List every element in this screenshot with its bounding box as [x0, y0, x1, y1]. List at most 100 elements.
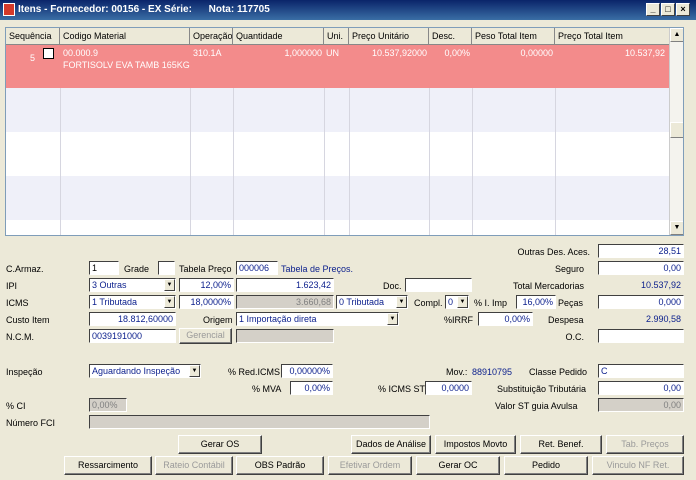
oc-label: O.C.	[565, 332, 584, 342]
table-row-empty[interactable]	[6, 220, 670, 235]
efetivar-ordem-button[interactable]: Efetivar Ordem	[328, 456, 412, 475]
icms-st-label: % ICMS ST	[378, 384, 426, 394]
cell-sequencia: 5	[30, 53, 36, 63]
chevron-down-icon: ▼	[387, 313, 398, 325]
seguro-field[interactable]: 0,00	[598, 261, 684, 275]
tab-precos-button[interactable]: Tab. Preços	[606, 435, 684, 454]
i-imp-field[interactable]: 16,00%	[516, 295, 556, 309]
scroll-down-icon[interactable]: ▼	[670, 221, 683, 235]
mva-field[interactable]: 0,00%	[290, 381, 333, 395]
outras-des-aces-label: Outras Des. Aces.	[517, 247, 590, 257]
cell-desc: 0,00%	[444, 48, 470, 58]
pedido-button[interactable]: Pedido	[504, 456, 588, 475]
inspecao-select[interactable]: Aguardando Inspeção ▼	[89, 364, 201, 378]
icms-st-field[interactable]: 0,0000	[425, 381, 472, 395]
rateio-contabil-button[interactable]: Rateio Contábil	[155, 456, 233, 475]
ipi-select[interactable]: 3 Outras ▼	[89, 278, 176, 292]
numero-fci-label: Número FCI	[6, 418, 56, 428]
grade-field[interactable]	[158, 261, 175, 275]
col-preco-total-item[interactable]: Preço Total Item	[555, 28, 670, 45]
gerar-os-button[interactable]: Gerar OS	[178, 435, 262, 454]
close-button[interactable]: ×	[676, 3, 690, 16]
icms-situacao-select[interactable]: 0 Tributada ▼	[336, 295, 408, 309]
cell-quantidade: 1,000000	[284, 48, 322, 58]
ipi-value-field[interactable]: 1.623,42	[236, 278, 334, 292]
icms-select[interactable]: 1 Tributada ▼	[89, 295, 176, 309]
compl-select[interactable]: 0 ▼	[445, 295, 469, 309]
window-title: Itens - Fornecedor: 00156 - EX Série: No…	[18, 4, 270, 15]
red-icms-field[interactable]: 0,00000%	[281, 364, 333, 378]
c-armaz-field[interactable]: 1	[89, 261, 119, 275]
mov-label: Mov.:	[446, 367, 468, 377]
ipi-label: IPI	[6, 281, 18, 291]
doc-label: Doc.	[383, 281, 402, 291]
title-bar: Itens - Fornecedor: 00156 - EX Série: No…	[0, 0, 696, 20]
icms-value-field: 3.660,68	[236, 295, 334, 309]
col-codigo-material[interactable]: Codigo Material	[60, 28, 190, 45]
ressarcimento-button[interactable]: Ressarcimento	[64, 456, 152, 475]
table-row-selected[interactable]: 5 00.000.9 FORTISOLV EVA TAMB 165KG 310.…	[6, 45, 670, 88]
classe-pedido-field[interactable]: C	[598, 364, 684, 378]
scroll-thumb[interactable]	[670, 122, 683, 138]
subst-trib-field[interactable]: 0,00	[598, 381, 684, 395]
cell-peso-total: 0,00000	[520, 48, 553, 58]
valor-st-label: Valor ST guia Avulsa	[495, 401, 578, 411]
total-mercadorias-value: 10.537,92	[598, 278, 684, 292]
chevron-down-icon: ▼	[396, 296, 407, 308]
ret-benef-button[interactable]: Ret. Benef.	[520, 435, 602, 454]
col-operacao[interactable]: Operação	[190, 28, 233, 45]
table-row-empty[interactable]	[6, 88, 670, 132]
tabela-preco-code-field[interactable]: 000006	[236, 261, 278, 275]
custo-item-field[interactable]: 18.812,60000	[89, 312, 176, 326]
gerar-oc-button[interactable]: Gerar OC	[416, 456, 500, 475]
minimize-button[interactable]: _	[646, 3, 660, 16]
chevron-down-icon: ▼	[189, 365, 200, 377]
items-grid[interactable]: Sequência Codigo Material Operação Quant…	[5, 27, 684, 236]
impostos-movto-button[interactable]: Impostos Movto	[435, 435, 516, 454]
i-imp-label: % I. Imp	[474, 298, 508, 308]
app-icon	[3, 3, 15, 16]
col-uni[interactable]: Uni.	[324, 28, 349, 45]
gerencial-button[interactable]: Gerencial	[179, 328, 232, 344]
cell-preco-total: 10.537,92	[624, 48, 665, 58]
origem-label: Origem	[203, 315, 233, 325]
col-preco-unitario[interactable]: Preço Unitário	[349, 28, 429, 45]
table-row-empty[interactable]	[6, 176, 670, 220]
outras-des-aces-field[interactable]: 28,51	[598, 244, 684, 258]
scroll-up-icon[interactable]: ▲	[670, 28, 683, 42]
oc-field[interactable]	[598, 329, 684, 343]
icms-pct-field[interactable]: 18,0000%	[179, 295, 234, 309]
col-sequencia[interactable]: Sequência	[6, 28, 60, 45]
row-select-checkbox[interactable]	[43, 48, 54, 59]
irrf-field[interactable]: 0,00%	[478, 312, 533, 326]
ncm-field[interactable]: 0039191000	[89, 329, 176, 343]
pecas-label: Peças	[558, 298, 584, 308]
ipi-pct-field[interactable]: 12,00%	[179, 278, 234, 292]
cell-descricao: FORTISOLV EVA TAMB 165KG	[63, 60, 190, 70]
ci-label: % CI	[6, 401, 26, 411]
total-mercadorias-label: Total Mercadorias	[512, 281, 584, 291]
icms-label: ICMS	[6, 298, 29, 308]
red-icms-label: % Red.ICMS	[228, 367, 281, 377]
maximize-button[interactable]: □	[661, 3, 675, 16]
vinculo-nf-ret-button[interactable]: Vinculo NF Ret.	[592, 456, 684, 475]
col-peso-total-item[interactable]: Peso Total Item	[472, 28, 555, 45]
cell-codigo: 00.000.9	[63, 48, 99, 58]
tabela-preco-name: Tabela de Preços.	[281, 264, 354, 274]
grid-header: Sequência Codigo Material Operação Quant…	[6, 28, 670, 45]
despesa-label: Despesa	[548, 315, 584, 325]
chevron-down-icon: ▼	[457, 296, 468, 308]
numero-fci-field	[89, 415, 430, 429]
col-quantidade[interactable]: Quantidade	[233, 28, 324, 45]
pecas-field[interactable]: 0,000	[598, 295, 684, 309]
obs-padrao-button[interactable]: OBS Padrão	[236, 456, 324, 475]
table-row-empty[interactable]	[6, 132, 670, 176]
col-desc[interactable]: Desc.	[429, 28, 472, 45]
origem-select[interactable]: 1 Importação direta ▼	[236, 312, 399, 326]
doc-field[interactable]	[405, 278, 472, 292]
valor-st-field: 0,00	[598, 398, 684, 412]
dados-analise-button[interactable]: Dados de Análise	[351, 435, 431, 454]
inspecao-label: Inspeção	[6, 367, 43, 377]
cell-operacao: 310.1A	[193, 48, 222, 58]
grid-vertical-scrollbar[interactable]: ▲ ▼	[669, 28, 683, 235]
